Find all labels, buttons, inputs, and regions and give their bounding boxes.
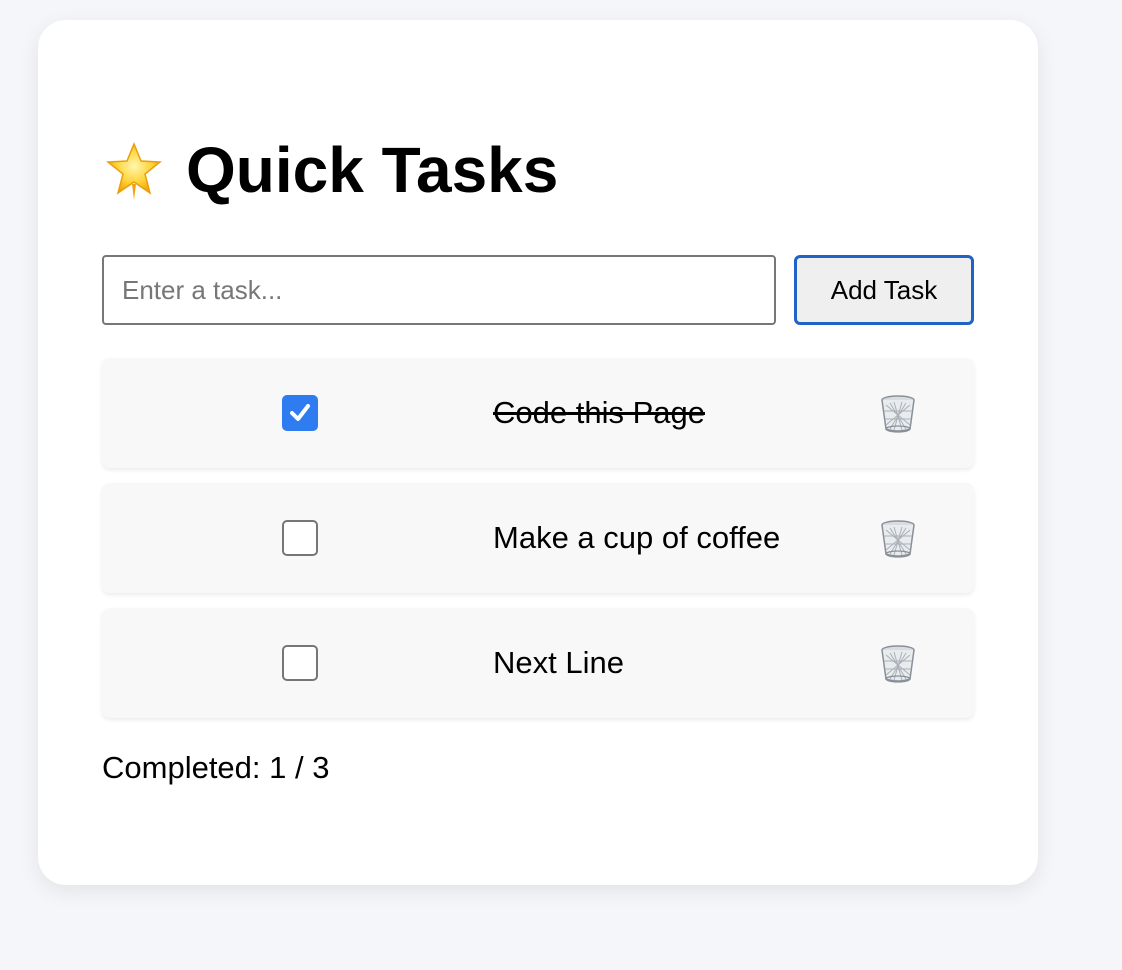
task-checkbox[interactable] [282,645,318,681]
completed-count: Completed: 1 / 3 [102,750,330,785]
trash-icon[interactable] [876,641,920,685]
task-list: Code this Page Make a cup of coffee Next… [102,358,974,733]
trash-icon[interactable] [876,391,920,435]
trash-icon[interactable] [876,516,920,560]
task-item: Next Line [102,608,974,718]
checkmark-icon [290,404,310,421]
star-icon [102,138,166,202]
task-checkbox[interactable] [282,395,318,431]
task-input[interactable] [102,255,776,325]
add-task-button[interactable]: Add Task [794,255,974,325]
task-checkbox[interactable] [282,520,318,556]
page-title: Quick Tasks [102,130,558,210]
task-item: Make a cup of coffee [102,483,974,593]
task-text: Next Line [493,645,624,680]
todo-card: Quick Tasks Add Task Code this Page [38,20,1038,885]
task-text: Make a cup of coffee [493,520,781,555]
title-text: Quick Tasks [186,134,559,206]
task-item: Code this Page [102,358,974,468]
task-text: Code this Page [493,395,705,430]
